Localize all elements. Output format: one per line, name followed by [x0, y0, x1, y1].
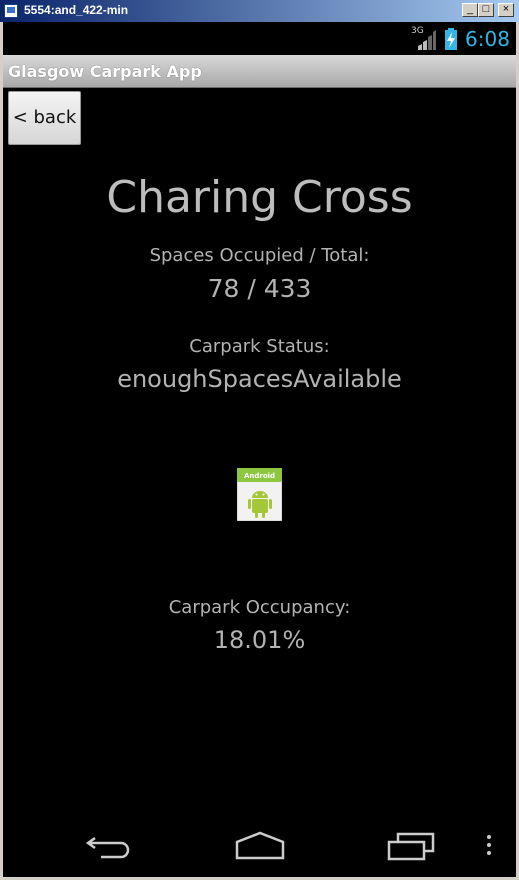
back-icon[interactable] — [85, 834, 133, 860]
android-icon: Android — [237, 468, 282, 521]
recent-apps-icon[interactable] — [386, 832, 436, 862]
device-screen: 3G 6:08 Glasgow Carpark App < back Chari… — [3, 22, 516, 877]
navigation-bar — [3, 817, 516, 877]
window-title: 5554:and_422-min — [24, 3, 129, 17]
close-button[interactable]: × — [498, 3, 514, 17]
overflow-menu-icon[interactable] — [485, 834, 493, 858]
action-bar: Glasgow Carpark App — [3, 55, 516, 88]
spaces-value: 78 / 433 — [207, 274, 312, 303]
carpark-name: Charing Cross — [106, 172, 413, 223]
back-button[interactable]: < back — [8, 91, 81, 145]
status-label: Carpark Status: — [189, 336, 330, 357]
spaces-label: Spaces Occupied / Total: — [149, 245, 370, 266]
status-value: enoughSpacesAvailable — [117, 365, 402, 393]
occupancy-value: 18.01% — [213, 626, 306, 654]
status-clock: 6:08 — [465, 27, 510, 51]
android-image-text: Android — [244, 472, 275, 480]
window-title-bar[interactable]: 5554:and_422-min _ □ × — [0, 0, 519, 22]
maximize-button[interactable]: □ — [478, 3, 494, 17]
app-title: Glasgow Carpark App — [8, 62, 202, 81]
minimize-button[interactable]: _ — [462, 3, 478, 17]
app-window-icon — [4, 4, 18, 18]
status-bar: 3G 6:08 — [3, 22, 516, 55]
home-icon[interactable] — [234, 831, 286, 861]
signal-strength-icon — [418, 30, 436, 50]
occupancy-label: Carpark Occupancy: — [168, 597, 351, 618]
battery-charging-icon — [445, 28, 457, 50]
